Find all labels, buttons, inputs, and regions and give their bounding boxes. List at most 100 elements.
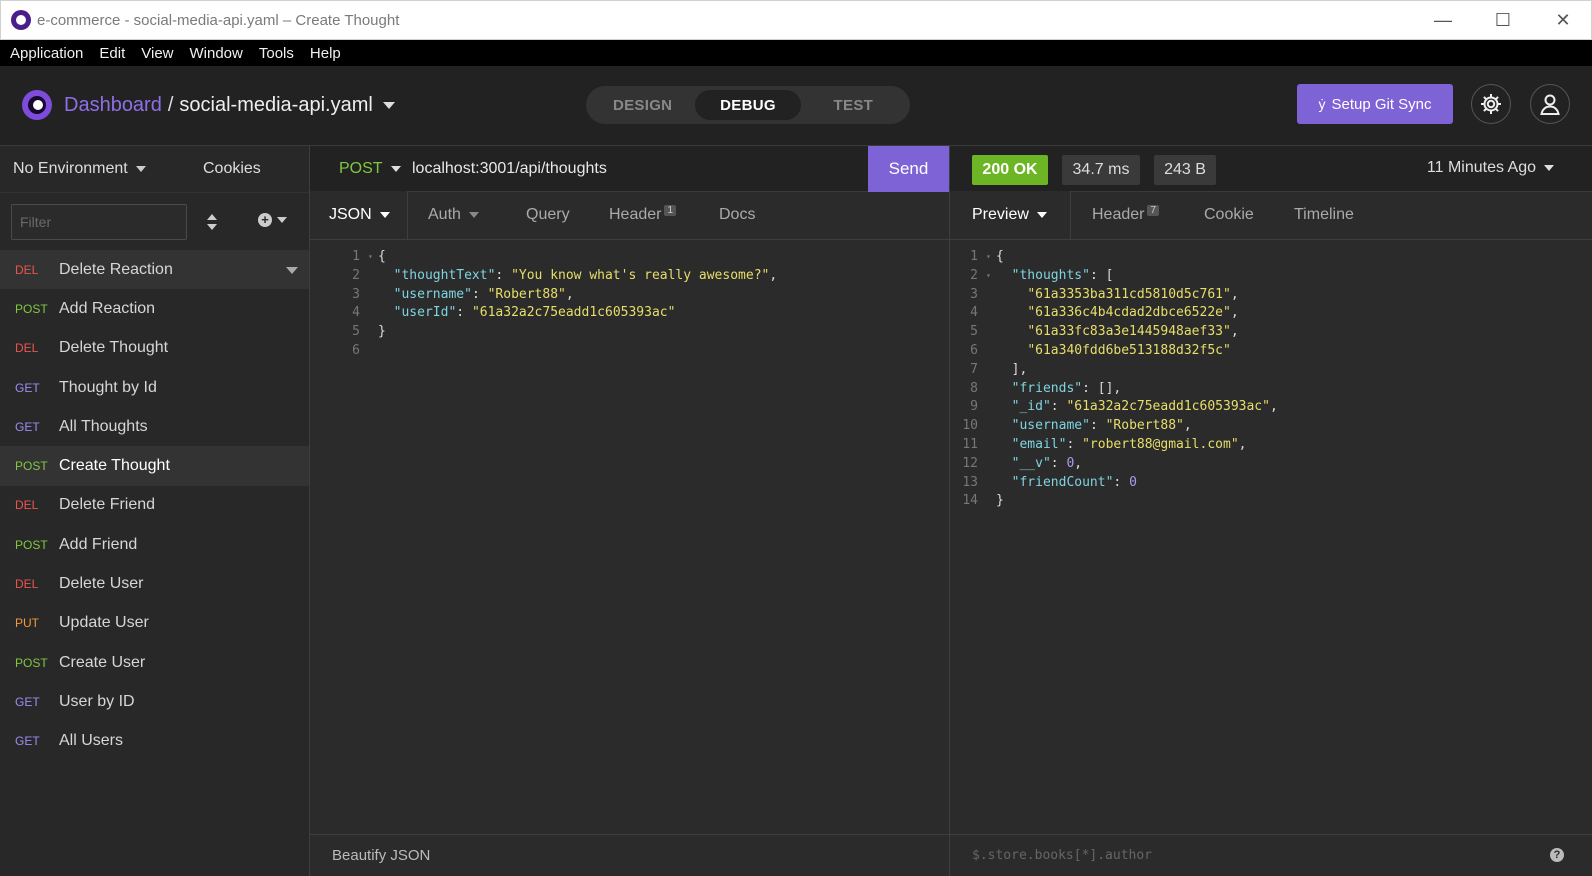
sidebar-request-item[interactable]: POST Create User <box>0 643 309 682</box>
maximize-icon[interactable]: ☐ <box>1473 1 1533 39</box>
help-icon[interactable]: ? <box>1550 848 1564 862</box>
minimize-icon[interactable]: — <box>1413 1 1473 39</box>
beautify-json-button[interactable]: Beautify JSON <box>310 834 949 876</box>
code-token: , <box>1230 286 1239 302</box>
chevron-down-icon[interactable] <box>286 267 298 274</box>
response-tabs: Preview Header 7 Cookie Timeline <box>950 191 1592 240</box>
environment-label: No Environment <box>13 160 128 177</box>
code-line: 5} <box>310 323 949 342</box>
tab-auth[interactable]: Auth <box>428 191 479 239</box>
chevron-down-icon <box>468 212 479 218</box>
sidebar-request-item[interactable]: DEL Delete Friend <box>0 486 309 525</box>
tab-test[interactable]: TEST <box>801 90 906 120</box>
sidebar-request-item[interactable]: GET All Users <box>0 722 309 761</box>
fold-arrow-icon[interactable]: ▾ <box>986 248 996 267</box>
sidebar-request-item[interactable]: GET User by ID <box>0 682 309 721</box>
fold-arrow-icon[interactable]: ▾ <box>986 267 996 286</box>
line-number: 1 <box>970 249 978 264</box>
code-token: "61a3353ba311cd5810d5c761" <box>1027 286 1231 302</box>
response-filter-input[interactable] <box>972 848 1472 863</box>
code-text: { <box>996 248 1004 267</box>
code-line: 3 "username": "Robert88", <box>310 286 949 305</box>
send-button[interactable]: Send <box>868 146 949 192</box>
tab-query[interactable]: Query <box>526 191 570 239</box>
account-button[interactable] <box>1530 84 1570 124</box>
tab-cookie[interactable]: Cookie <box>1204 191 1254 239</box>
filter-input[interactable] <box>11 203 187 240</box>
fold-gutter <box>986 342 996 361</box>
code-token: "61a340fdd6be513188d32f5c" <box>1027 342 1231 358</box>
request-name-label: Update User <box>59 614 149 632</box>
response-history-select[interactable]: 11 Minutes Ago <box>1427 159 1554 177</box>
title-bar: e-commerce - social-media-api.yaml – Cre… <box>0 0 1592 40</box>
line-number: 10 <box>962 418 978 434</box>
request-method-label: DEL <box>15 341 39 356</box>
code-token: "friends" <box>1011 380 1083 396</box>
sidebar-request-item[interactable]: DEL Delete Reaction <box>0 250 309 290</box>
tab-design[interactable]: DESIGN <box>590 90 695 120</box>
url-input[interactable]: localhost:3001/api/thoughts <box>412 160 607 178</box>
code-token: , <box>1183 418 1192 434</box>
sidebar-request-item[interactable]: POST Add Friend <box>0 525 309 564</box>
tab-response-header[interactable]: Header 7 <box>1092 191 1160 239</box>
breadcrumb-file[interactable]: social-media-api.yaml <box>179 94 372 117</box>
fold-arrow-icon[interactable]: ▾ <box>368 248 378 267</box>
sidebar-request-item[interactable]: GET Thought by Id <box>0 368 309 407</box>
menu-edit[interactable]: Edit <box>99 45 125 62</box>
environment-select[interactable]: No Environment <box>13 160 146 178</box>
fold-gutter <box>986 323 996 342</box>
request-name-label: All Thoughts <box>59 417 148 435</box>
code-text: "username": "Robert88", <box>996 417 1192 436</box>
line-number: 9 <box>970 399 978 415</box>
breadcrumb-dashboard[interactable]: Dashboard <box>64 94 162 117</box>
line-number: 6 <box>970 342 978 358</box>
request-body-editor[interactable]: 1 ▾{2 "thoughtText": "You know what's rea… <box>310 240 949 361</box>
sidebar-request-item[interactable]: PUT Update User <box>0 604 309 643</box>
menu-window[interactable]: Window <box>190 45 243 62</box>
line-number: 7 <box>970 361 978 377</box>
fold-gutter <box>986 417 996 436</box>
line-number: 14 <box>962 493 978 509</box>
code-text: { <box>378 248 386 267</box>
filter-row: + <box>0 192 309 250</box>
request-method-label: POST <box>15 459 48 474</box>
request-tabs: JSON Auth Query Header 1 Docs <box>310 191 949 240</box>
tab-timeline[interactable]: Timeline <box>1294 191 1354 239</box>
settings-button[interactable] <box>1471 84 1511 124</box>
sort-icon[interactable] <box>206 213 218 231</box>
menu-application[interactable]: Application <box>10 45 83 62</box>
code-token: "__v" <box>1011 455 1051 471</box>
menu-view[interactable]: View <box>141 45 173 62</box>
tab-body[interactable]: JSON <box>310 191 408 239</box>
tab-docs[interactable]: Docs <box>719 191 755 239</box>
cookies-button[interactable]: Cookies <box>203 160 261 178</box>
line-number: 5 <box>970 324 978 340</box>
sidebar-request-item[interactable]: POST Create Thought <box>0 446 309 486</box>
tab-debug[interactable]: DEBUG <box>695 90 801 120</box>
menu-help[interactable]: Help <box>310 45 341 62</box>
header-count-badge: 1 <box>664 204 677 216</box>
git-button-label: Setup Git Sync <box>1331 95 1432 113</box>
fold-gutter <box>986 492 996 511</box>
code-text: "username": "Robert88", <box>378 286 574 305</box>
code-text: "thoughts": [ <box>996 267 1114 286</box>
menu-tools[interactable]: Tools <box>259 45 294 62</box>
tab-preview[interactable]: Preview <box>950 191 1071 239</box>
tab-header[interactable]: Header 1 <box>609 191 677 239</box>
sidebar-request-item[interactable]: GET All Thoughts <box>0 407 309 446</box>
sidebar-request-item[interactable]: DEL Delete User <box>0 564 309 603</box>
setup-git-sync-button[interactable]: ẏ Setup Git Sync <box>1297 84 1453 124</box>
sidebar-request-item[interactable]: DEL Delete Thought <box>0 329 309 368</box>
tab-response-header-label: Header <box>1092 206 1145 223</box>
method-select[interactable]: POST <box>339 160 401 178</box>
fold-gutter <box>986 474 996 493</box>
chevron-down-icon[interactable] <box>382 102 395 109</box>
close-icon[interactable]: ✕ <box>1533 1 1592 39</box>
add-request-button[interactable]: + <box>258 213 287 227</box>
code-token: : <box>1113 474 1130 490</box>
sidebar-request-item[interactable]: POST Add Reaction <box>0 289 309 328</box>
code-token: "Robert88" <box>487 286 566 302</box>
